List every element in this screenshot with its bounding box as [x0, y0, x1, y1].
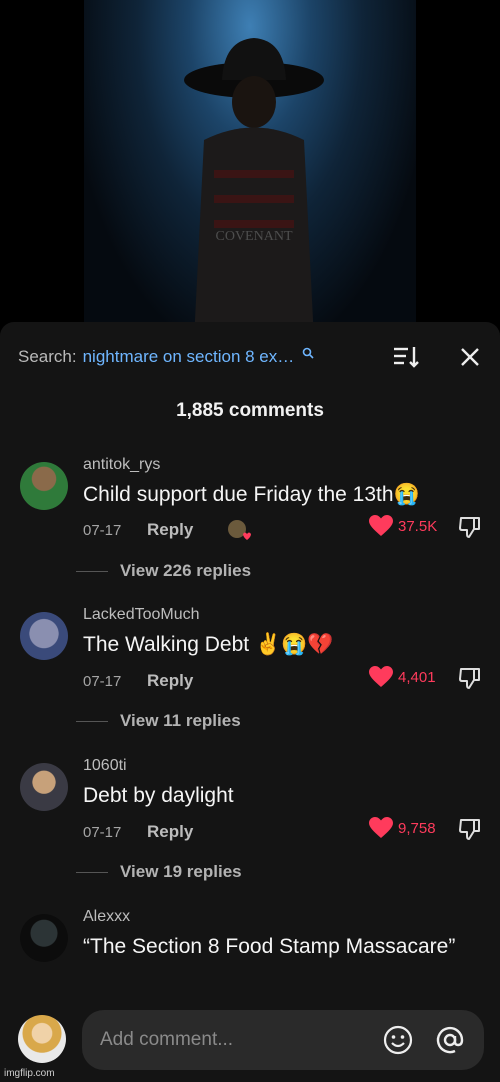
watermark: imgflip.com — [4, 1068, 55, 1079]
dislike-icon[interactable] — [458, 666, 482, 690]
comment-count: 1,885 comments — [176, 400, 324, 421]
avatar[interactable] — [20, 612, 68, 660]
video-thumbnail[interactable]: COVENANT — [84, 0, 416, 330]
like-button[interactable]: 9,758 — [369, 817, 436, 839]
view-replies-label: View 226 replies — [120, 561, 252, 580]
heart-icon — [369, 515, 393, 536]
view-replies-label: View 19 replies — [120, 862, 242, 881]
like-count: 9,758 — [398, 819, 436, 837]
comment-username[interactable]: antitok_rys — [83, 456, 160, 474]
comment-username[interactable]: Alexxx — [83, 908, 130, 926]
sort-icon[interactable] — [392, 344, 420, 370]
like-count: 37.5K — [398, 517, 438, 535]
dislike-icon[interactable] — [458, 515, 482, 539]
view-replies-label: View 11 replies — [120, 711, 241, 730]
comments-sheet — [0, 322, 500, 1082]
search-query-link[interactable]: nightmare on section 8 ex… — [83, 347, 295, 367]
heart-icon — [369, 817, 393, 838]
comment-text: “The Section 8 Food Stamp Massacare” — [83, 935, 456, 958]
view-replies-button[interactable]: View 19 replies — [76, 862, 242, 882]
comment-username[interactable]: LackedTooMuch — [83, 606, 200, 624]
avatar[interactable] — [20, 462, 68, 510]
like-button[interactable]: 4,401 — [369, 666, 436, 688]
avatar[interactable] — [20, 763, 68, 811]
shirt-text: COVENANT — [216, 229, 293, 244]
divider-line — [76, 871, 108, 873]
emoji-icon[interactable] — [383, 1025, 413, 1055]
comment-date: 07-17 — [83, 522, 122, 539]
view-replies-button[interactable]: View 11 replies — [76, 711, 241, 731]
dislike-icon[interactable] — [458, 817, 482, 841]
creator-liked-icon — [228, 520, 251, 540]
comment-text: The Walking Debt ✌️😭💔 — [83, 633, 334, 656]
divider-line — [76, 720, 108, 722]
add-comment-input[interactable] — [82, 1010, 484, 1070]
heart-icon — [369, 666, 393, 687]
mention-icon[interactable] — [434, 1025, 466, 1055]
close-icon[interactable] — [458, 345, 482, 369]
reply-button[interactable]: Reply — [147, 520, 193, 540]
reply-button[interactable]: Reply — [147, 822, 193, 842]
comment-username[interactable]: 1060ti — [83, 757, 127, 775]
reply-button[interactable]: Reply — [147, 671, 193, 691]
like-count: 4,401 — [398, 668, 436, 686]
comment-text: Child support due Friday the 13th😭 — [83, 483, 420, 506]
comment-text: Debt by daylight — [83, 784, 234, 807]
view-replies-button[interactable]: View 226 replies — [76, 561, 251, 581]
divider-line — [76, 570, 108, 572]
search-label: Search: — [18, 347, 77, 366]
avatar[interactable] — [20, 914, 68, 962]
search-icon[interactable] — [302, 347, 314, 359]
self-avatar[interactable] — [18, 1015, 66, 1063]
hooded-figure-image: COVENANT — [184, 38, 324, 330]
comment-date: 07-17 — [83, 673, 122, 690]
comment-date: 07-17 — [83, 824, 122, 841]
like-button[interactable]: 37.5K — [369, 515, 437, 537]
